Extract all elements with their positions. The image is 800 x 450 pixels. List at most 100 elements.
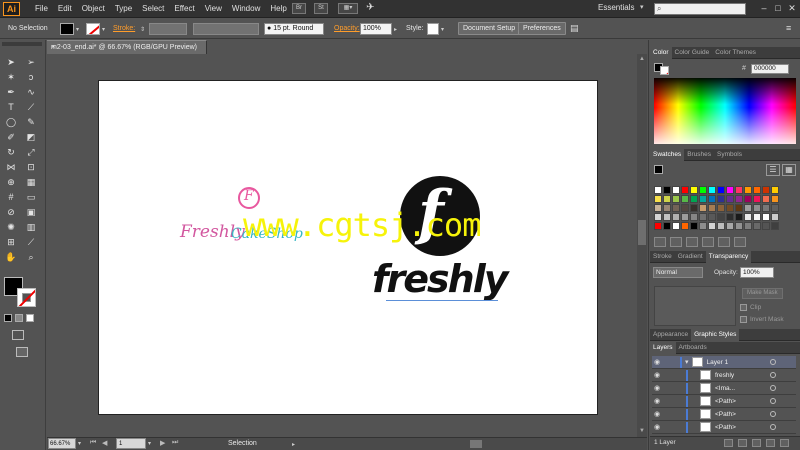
swatch-cell[interactable]	[762, 186, 770, 194]
workspace-switcher[interactable]: Essentials	[598, 3, 634, 12]
variable-width-profile[interactable]	[193, 23, 259, 35]
scroll-up-icon[interactable]: ▲	[639, 56, 645, 62]
color-stroke-indicator[interactable]	[660, 66, 669, 75]
tab-transparency[interactable]: Transparency	[705, 250, 752, 263]
swatch-cell[interactable]	[708, 195, 716, 203]
chevron-down-icon[interactable]: ▾	[78, 440, 81, 447]
tab-artboards[interactable]: Artboards	[676, 342, 710, 354]
swatch-cell[interactable]	[753, 213, 761, 221]
swatch-cell[interactable]	[654, 222, 662, 230]
tab-symbols[interactable]: Symbols	[714, 149, 745, 161]
swatch-cell[interactable]	[744, 213, 752, 221]
type-tool-icon[interactable]: T	[4, 101, 18, 113]
layer-row[interactable]: ◉ <Path>	[652, 421, 796, 434]
drawing-mode-icon[interactable]	[12, 330, 24, 340]
swatch-cell[interactable]	[708, 222, 716, 230]
direct-selection-tool-icon[interactable]: ➢	[24, 56, 38, 68]
tab-brushes[interactable]: Brushes	[684, 149, 714, 161]
swatch-libraries-icon[interactable]	[654, 237, 666, 247]
eye-icon[interactable]: ◉	[652, 423, 662, 431]
swatch-cell[interactable]	[663, 213, 671, 221]
swatch-cell[interactable]	[672, 222, 680, 230]
swatch-cell[interactable]	[681, 186, 689, 194]
first-artboard-icon[interactable]: ⏮	[90, 439, 96, 447]
swatch-cell[interactable]	[735, 204, 743, 212]
chevron-down-icon[interactable]: ▾	[102, 26, 105, 33]
last-artboard-icon[interactable]: ⏭	[172, 439, 178, 447]
next-artboard-icon[interactable]: ▶	[160, 439, 165, 447]
free-transform-tool-icon[interactable]: ⊡	[24, 161, 38, 173]
zoom-tool-icon[interactable]: ⌕	[24, 251, 38, 263]
gradient-mode-icon[interactable]	[15, 314, 23, 322]
swatch-cell[interactable]	[771, 204, 779, 212]
line-tool-icon[interactable]: ⟋	[24, 101, 38, 113]
swatch-options-icon[interactable]	[686, 237, 698, 247]
swatch-cell[interactable]	[744, 222, 752, 230]
gpu-performance-icon[interactable]: ✈	[366, 2, 374, 13]
swatch-cell[interactable]	[708, 204, 716, 212]
hand-tool-icon[interactable]: ✋	[4, 251, 18, 263]
swatch-cell[interactable]	[690, 222, 698, 230]
swatch-cell[interactable]	[762, 213, 770, 221]
symbol-sprayer-tool-icon[interactable]: ✺	[4, 221, 18, 233]
swatch-cell[interactable]	[717, 213, 725, 221]
mesh-tool-icon[interactable]: #	[4, 191, 18, 203]
eye-icon[interactable]: ◉	[652, 384, 662, 392]
blend-tool-icon[interactable]: ▣	[24, 206, 38, 218]
width-tool-icon[interactable]: ⋈	[4, 161, 18, 173]
swatch-cell[interactable]	[681, 213, 689, 221]
list-view-icon[interactable]: ☰	[766, 164, 780, 176]
scroll-down-icon[interactable]: ▼	[639, 428, 645, 434]
swatch-cell[interactable]	[735, 195, 743, 203]
swatch-cell[interactable]	[771, 222, 779, 230]
swatch-cell[interactable]	[663, 204, 671, 212]
ellipse-tool-icon[interactable]: ◯	[4, 116, 18, 128]
delete-swatch-icon[interactable]	[734, 237, 746, 247]
swatch-cell[interactable]	[672, 204, 680, 212]
target-circle-icon[interactable]	[770, 372, 776, 378]
lasso-tool-icon[interactable]: ↄ	[24, 71, 38, 83]
menu-edit[interactable]: Edit	[53, 0, 77, 18]
eye-icon[interactable]: ◉	[652, 410, 662, 418]
swatch-cell[interactable]	[735, 186, 743, 194]
swatch-cell[interactable]	[753, 222, 761, 230]
layer-row[interactable]: ◉ <Path>	[652, 395, 796, 408]
chevron-down-icon[interactable]: ▾	[76, 26, 79, 33]
arrange-documents-icon[interactable]: ▦▾	[338, 3, 358, 14]
clipping-mask-icon[interactable]	[738, 439, 747, 447]
swatch-cell[interactable]	[771, 186, 779, 194]
align-icon[interactable]: ▤	[570, 23, 579, 34]
tab-color-guide[interactable]: Color Guide	[672, 47, 713, 59]
column-graph-tool-icon[interactable]: ▥	[24, 221, 38, 233]
magic-wand-tool-icon[interactable]: ✶	[4, 71, 18, 83]
tab-graphic-styles[interactable]: Graphic Styles	[691, 328, 740, 341]
eyedropper-tool-icon[interactable]: ⊘	[4, 206, 18, 218]
graphic-style-swatch[interactable]	[427, 23, 439, 35]
scale-tool-icon[interactable]: ⤢	[24, 146, 38, 158]
slice-tool-icon[interactable]: ⟋	[24, 236, 38, 248]
swatch-cell[interactable]	[654, 186, 662, 194]
tab-layers[interactable]: Layers	[650, 341, 676, 354]
swatch-cell[interactable]	[717, 222, 725, 230]
swatch-cell[interactable]	[699, 195, 707, 203]
stroke-weight-field[interactable]	[149, 23, 187, 35]
zoom-level-field[interactable]: 66.67%	[48, 438, 76, 449]
layer-row[interactable]: ◉ ▾ Layer 1	[652, 356, 796, 369]
screen-mode-icon[interactable]	[16, 347, 28, 357]
swatch-cell[interactable]	[753, 186, 761, 194]
menu-file[interactable]: File	[30, 0, 53, 18]
menu-type[interactable]: Type	[110, 0, 137, 18]
layer-name[interactable]: <Path>	[715, 411, 770, 418]
stroke-label[interactable]: Stroke:	[113, 25, 135, 32]
vertical-scrollbar[interactable]	[637, 54, 647, 437]
menu-object[interactable]: Object	[77, 0, 110, 18]
close-icon[interactable]: ×	[51, 41, 55, 54]
swatch-cell[interactable]	[735, 213, 743, 221]
chevron-down-icon[interactable]: ▾	[640, 3, 644, 11]
swatch-cell[interactable]	[753, 204, 761, 212]
artboard-number-field[interactable]: 1	[116, 438, 146, 449]
artboard[interactable]	[98, 80, 598, 415]
preferences-button[interactable]: Preferences	[518, 22, 566, 35]
layer-name[interactable]: freshly	[715, 372, 770, 379]
swatch-cell[interactable]	[690, 213, 698, 221]
